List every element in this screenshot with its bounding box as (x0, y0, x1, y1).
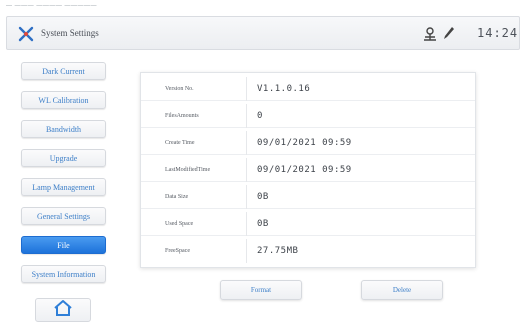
info-value: 0B (257, 218, 269, 229)
info-label: Version No. (141, 77, 247, 101)
sidebar-item-dark-current[interactable]: Dark Current (21, 62, 106, 80)
sidebar-item-general-settings[interactable]: General Settings (21, 207, 106, 225)
clock-readout: 14:24 (477, 26, 519, 40)
info-row-last-modified-time: LastModifiedTime 09/01/2021 09:59 (141, 158, 475, 182)
page-title: System Settings (41, 28, 99, 38)
info-label: Used Space (141, 212, 247, 236)
sidebar-nav: Dark Current WL Calibration Bandwidth Up… (0, 50, 118, 325)
info-label: LastModifiedTime (141, 158, 247, 182)
info-value: 0B (257, 191, 269, 202)
sidebar-item-lamp-management[interactable]: Lamp Management (21, 178, 106, 196)
home-button[interactable] (35, 298, 91, 322)
info-label: FreeSpace (141, 239, 247, 263)
sidebar-item-upgrade[interactable]: Upgrade (21, 149, 106, 167)
title-bar: System Settings 14:24 (6, 16, 520, 50)
info-row-used-space: Used Space 0B (141, 212, 475, 236)
sidebar-item-bandwidth[interactable]: Bandwidth (21, 120, 106, 138)
home-icon (53, 299, 73, 322)
info-label: FilesAmounts (141, 104, 247, 128)
top-status-strip: — ——— ———— ————— (0, 0, 526, 16)
info-row-version: Version No. V1.1.0.16 (141, 77, 475, 101)
delete-button[interactable]: Delete (361, 280, 443, 300)
format-button[interactable]: Format (220, 280, 302, 300)
sidebar-item-file[interactable]: File (21, 236, 106, 254)
info-row-free-space: FreeSpace 27.75MB (141, 239, 475, 263)
top-strip-text: — ——— ———— ————— (6, 3, 98, 9)
pen-icon[interactable] (443, 26, 455, 40)
info-value: 27.75MB (257, 246, 299, 256)
info-row-data-size: Data Size 0B (141, 185, 475, 209)
info-label: Create Time (141, 131, 247, 155)
info-value: 0 (257, 110, 263, 121)
sidebar-item-system-information[interactable]: System Information (21, 265, 106, 283)
network-icon (422, 26, 438, 42)
info-row-files-amounts: FilesAmounts 0 (141, 104, 475, 128)
info-label: Data Size (141, 185, 247, 209)
system-settings-icon (17, 25, 35, 43)
sidebar-item-wl-calibration[interactable]: WL Calibration (21, 91, 106, 109)
info-value: 09/01/2021 09:59 (257, 137, 352, 148)
info-value: V1.1.0.16 (257, 83, 311, 94)
info-value: 09/01/2021 09:59 (257, 164, 352, 175)
file-info-panel: Version No. V1.1.0.16 FilesAmounts 0 Cre… (140, 72, 476, 268)
info-row-create-time: Create Time 09/01/2021 09:59 (141, 131, 475, 155)
